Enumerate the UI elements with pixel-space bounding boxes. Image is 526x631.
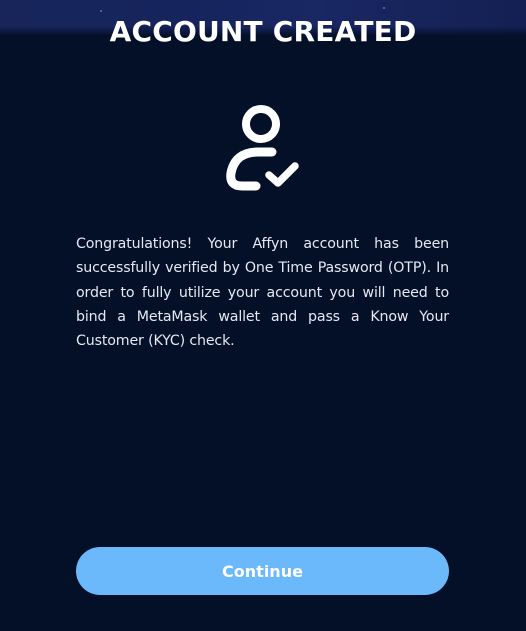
continue-button[interactable]: Continue [76,547,449,595]
verification-message: Congratulations! Your Affyn account has … [76,236,449,350]
star-decoration [383,7,385,9]
star-decoration [100,10,102,12]
page-title: ACCOUNT CREATED [109,15,417,48]
user-check-icon [220,102,306,196]
account-created-screen: ACCOUNT CREATED Congratulations! Your Af… [0,0,526,631]
